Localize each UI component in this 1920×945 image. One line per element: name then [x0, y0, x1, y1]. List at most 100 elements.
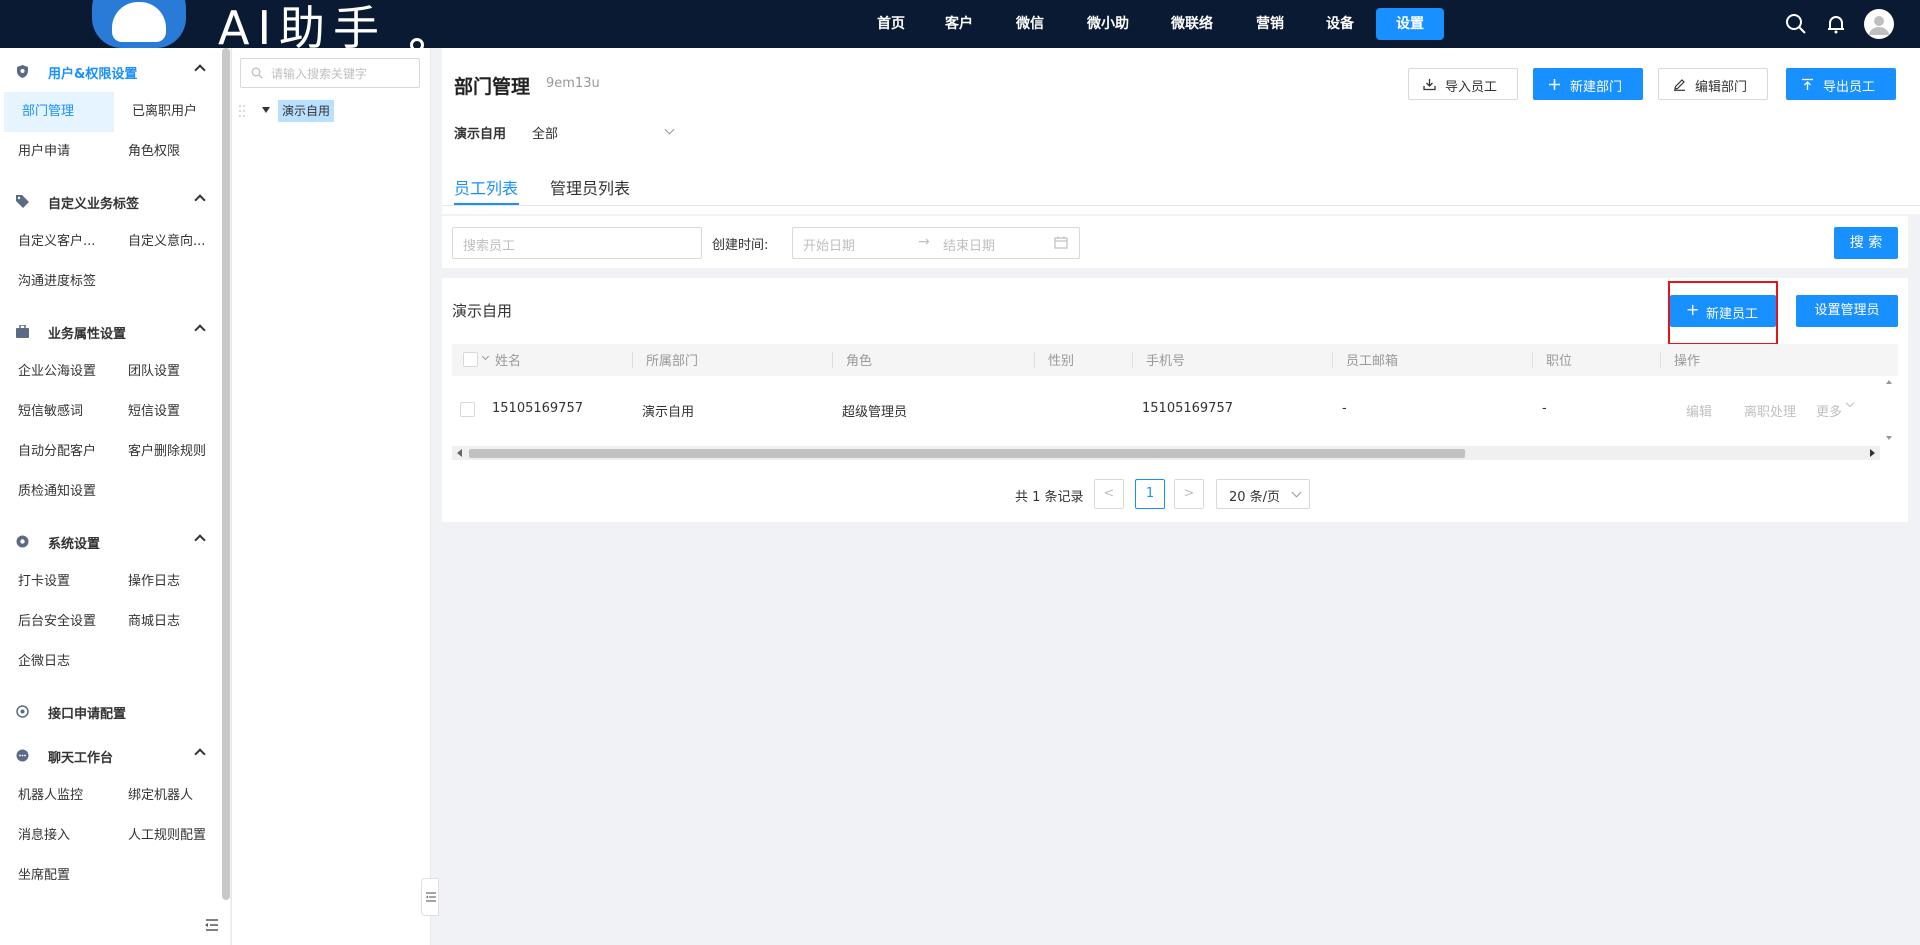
end-date-input[interactable]: 结束日期	[943, 235, 995, 254]
sidebar-section-chat-workbench[interactable]: 聊天工作台	[0, 736, 222, 776]
search-icon[interactable]	[1784, 12, 1808, 36]
scrollbar-thumb[interactable]	[469, 449, 1465, 458]
sidebar-item-backend-security[interactable]: 后台安全设置	[0, 602, 110, 642]
chevron-down-icon	[664, 124, 675, 135]
sidebar-item-seat-config[interactable]: 坐席配置	[0, 856, 140, 896]
sidebar-item-customer-delete-rules[interactable]: 客户删除规则	[110, 432, 222, 472]
more-action-link[interactable]: 更多	[1816, 401, 1842, 420]
user-avatar-icon[interactable]	[1864, 9, 1894, 39]
tree-node-root[interactable]: 演示自用	[278, 100, 335, 122]
column-header-email: 员工邮箱	[1346, 354, 1399, 369]
plus-icon	[1549, 79, 1560, 90]
logo-icon[interactable]	[92, 0, 186, 48]
sidebar-item-auto-assign[interactable]: 自动分配客户	[0, 432, 110, 472]
import-employees-button[interactable]: 导入员工	[1408, 68, 1518, 100]
sidebar-section-api-config[interactable]: 接口申请配置	[0, 692, 222, 732]
menu-collapse-icon[interactable]	[204, 918, 220, 932]
cell-email: -	[1342, 401, 1347, 416]
sidebar-item-message-access[interactable]: 消息接入	[0, 816, 110, 856]
employee-search-input[interactable]: 搜索员工	[452, 227, 702, 259]
tab-employee-list[interactable]: 员工列表	[454, 175, 518, 199]
sidebar-item-role-permissions[interactable]: 角色权限	[110, 132, 222, 172]
column-header-position: 职位	[1546, 354, 1573, 369]
nav-wechat[interactable]: 微信	[1006, 8, 1054, 40]
sidebar-item-operation-log[interactable]: 操作日志	[110, 562, 222, 602]
target-icon	[16, 705, 29, 718]
sidebar-section-system-settings[interactable]: 系统设置	[0, 522, 222, 562]
export-employees-button[interactable]: 导出员工	[1786, 68, 1896, 100]
brand-title: AI助手	[218, 1, 388, 55]
chevron-up-icon	[194, 64, 206, 76]
gear-icon	[16, 535, 29, 548]
column-separator	[1532, 352, 1533, 368]
export-icon	[1802, 78, 1813, 90]
sidebar-item-team-settings[interactable]: 团队设置	[110, 352, 222, 392]
edit-action-link[interactable]: 编辑	[1686, 401, 1712, 420]
sidebar-item-bot-monitor[interactable]: 机器人监控	[0, 776, 110, 816]
sidebar-item-checkin[interactable]: 打卡设置	[0, 562, 110, 602]
scroll-left-arrow-icon[interactable]	[457, 449, 462, 457]
chevron-up-icon	[194, 534, 206, 546]
date-range-picker[interactable]: 开始日期 结束日期	[792, 227, 1080, 259]
set-admin-button[interactable]: 设置管理员	[1796, 295, 1898, 327]
column-header-gender: 性别	[1048, 354, 1075, 369]
sidebar-item-custom-customer[interactable]: 自定义客户...	[0, 222, 110, 262]
cell-role: 超级管理员	[842, 405, 908, 420]
nav-customer[interactable]: 客户	[935, 8, 983, 40]
prev-page-button[interactable]: <	[1094, 479, 1124, 509]
caret-down-icon[interactable]	[262, 107, 270, 113]
page-title: 部门管理	[454, 76, 531, 98]
page-size-select[interactable]: 20 条/页	[1216, 479, 1310, 509]
sidebar-item-resigned-users[interactable]: 已离职用户	[114, 92, 222, 132]
column-header-actions: 操作	[1674, 354, 1701, 369]
department-filter-select[interactable]: 全部	[530, 120, 680, 144]
table-vertical-scrollbar[interactable]	[1880, 376, 1898, 446]
sidebar-item-wecom-log[interactable]: 企微日志	[0, 642, 110, 682]
scroll-right-arrow-icon[interactable]	[1870, 449, 1875, 457]
sidebar-item-user-applications[interactable]: 用户申请	[0, 132, 110, 172]
nav-home[interactable]: 首页	[867, 8, 915, 40]
tab-admin-list[interactable]: 管理员列表	[550, 175, 630, 199]
sidebar-item-custom-intent[interactable]: 自定义意向...	[110, 222, 222, 262]
column-header-dept: 所属部门	[646, 354, 699, 369]
bell-icon[interactable]	[1824, 12, 1848, 36]
sidebar-section-custom-tags[interactable]: 自定义业务标签	[0, 182, 222, 222]
menu-fold-icon	[426, 892, 436, 902]
column-header-name: 姓名	[495, 354, 522, 369]
highlight-annotation	[1668, 281, 1778, 345]
cell-name: 15105169757	[492, 401, 583, 416]
start-date-input[interactable]: 开始日期	[803, 235, 855, 254]
sidebar-item-progress-tags[interactable]: 沟通进度标签	[0, 262, 140, 302]
select-all-checkbox[interactable]	[463, 352, 478, 367]
next-page-button[interactable]: >	[1174, 479, 1204, 509]
nav-marketing[interactable]: 营销	[1246, 8, 1294, 40]
page-1-button[interactable]: 1	[1135, 479, 1165, 509]
sidebar-scrollbar[interactable]	[222, 48, 230, 900]
sidebar-item-sms-sensitive[interactable]: 短信敏感词	[0, 392, 110, 432]
nav-device[interactable]: 设备	[1316, 8, 1364, 40]
row-checkbox[interactable]	[460, 402, 475, 417]
active-tab-indicator	[454, 203, 519, 205]
drag-handle-icon[interactable]	[238, 104, 246, 118]
sidebar-item-bind-bot[interactable]: 绑定机器人	[110, 776, 222, 816]
column-separator	[1034, 352, 1035, 368]
tag-icon	[16, 195, 29, 208]
sidebar-item-dept-management[interactable]: 部门管理	[4, 92, 114, 132]
nav-welianluo[interactable]: 微联络	[1162, 8, 1222, 40]
new-department-button[interactable]: 新建部门	[1533, 68, 1643, 100]
sidebar-item-sms-settings[interactable]: 短信设置	[110, 392, 222, 432]
tree-search-input[interactable]: 请输入搜索关键字	[240, 58, 420, 88]
nav-wexiaozhu[interactable]: 微小助	[1078, 8, 1138, 40]
nav-settings[interactable]: 设置	[1376, 8, 1444, 40]
sidebar-item-public-pool[interactable]: 企业公海设置	[0, 352, 110, 392]
sidebar-item-qc-notify[interactable]: 质检通知设置	[0, 472, 140, 512]
sidebar-item-manual-rules[interactable]: 人工规则配置	[110, 816, 222, 856]
edit-department-button[interactable]: 编辑部门	[1658, 68, 1768, 100]
sidebar-section-user-permission[interactable]: 用户&权限设置	[0, 52, 222, 92]
resign-action-link[interactable]: 离职处理	[1744, 401, 1796, 420]
panel-toggle-button[interactable]	[421, 878, 439, 916]
search-button[interactable]: 搜 索	[1834, 227, 1898, 259]
chevron-up-icon	[194, 194, 206, 206]
sidebar-section-business-settings[interactable]: 业务属性设置	[0, 312, 222, 352]
sidebar-item-mall-log[interactable]: 商城日志	[110, 602, 222, 642]
